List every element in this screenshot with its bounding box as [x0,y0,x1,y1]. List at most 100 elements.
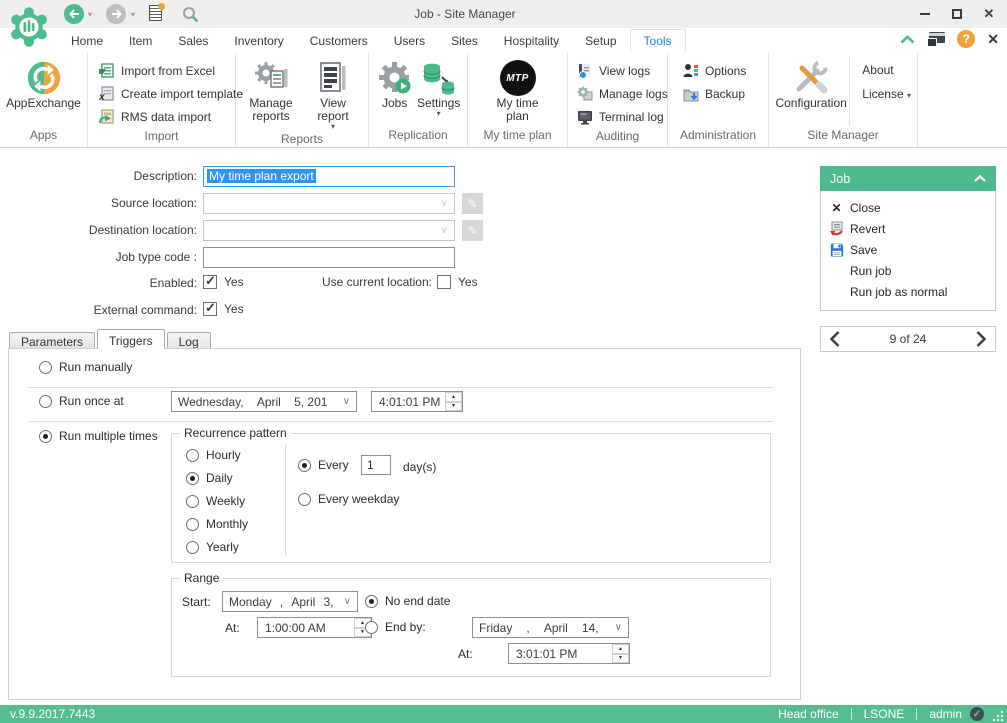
job-type-code-input[interactable] [203,247,455,268]
maximize-button[interactable] [944,3,970,25]
close-window-button[interactable]: ✕ [976,3,1002,25]
every-n-days-input[interactable] [361,455,391,475]
spin-up-icon[interactable]: ▲ [612,644,629,654]
job-run-button[interactable]: Run job [821,260,995,281]
spin-down-icon[interactable]: ▼ [612,654,629,664]
ribbon-group-mytimeplan: MTP My time plan My time plan [468,53,568,147]
jobs-button[interactable]: Jobs [375,57,414,126]
tab-parameters[interactable]: Parameters [9,332,95,349]
collapse-ribbon-icon[interactable] [900,35,915,44]
chevron-down-icon: ∨ [344,596,351,607]
forward-button[interactable] [106,4,126,24]
tab-triggers[interactable]: Triggers [97,329,165,349]
back-button[interactable] [64,4,84,24]
destination-location-edit-button[interactable]: ✎ [462,220,483,241]
status-location[interactable]: Head office [766,707,851,721]
collapse-panel-icon[interactable] [974,175,986,182]
start-time-picker[interactable]: 1:00:00 AM ▲▼ [257,617,372,638]
tab-log[interactable]: Log [167,332,211,349]
manage-reports-button[interactable]: Manage reports [242,57,300,130]
appexchange-button[interactable]: AppExchange [6,57,81,126]
forward-dropdown-caret[interactable]: ▾ [131,10,135,19]
pencil-icon: ✎ [467,224,477,238]
pattern-hourly-radio[interactable] [186,449,199,462]
every-n-days-radio[interactable] [298,459,311,472]
close-form-icon[interactable]: ✕ [987,31,999,48]
description-selected-text: My time plan export [207,169,316,183]
spin-down-icon[interactable]: ▼ [445,402,462,412]
ribbon-tab-hospitality[interactable]: Hospitality [491,30,572,52]
ribbon-tab-setup[interactable]: Setup [572,30,629,52]
run-once-time-picker[interactable]: 4:01:01 PM ▲▼ [371,391,463,412]
pattern-yearly-radio[interactable] [186,541,199,554]
import-from-excel-button[interactable]: Import from Excel [98,61,243,81]
backup-button[interactable]: Backup [682,84,746,104]
next-record-icon[interactable] [976,331,986,347]
recent-items-icon[interactable] [149,5,165,23]
ribbon-tab-inventory[interactable]: Inventory [221,30,296,52]
manage-logs-button[interactable]: Manage logs [576,84,668,104]
terminal-log-button[interactable]: Terminal log [576,107,668,127]
ribbon-tab-sales[interactable]: Sales [165,30,221,52]
windows-panel-icon[interactable] [927,32,945,47]
use-current-location-checkbox[interactable] [437,275,451,289]
end-date-picker[interactable]: Friday , April 14, ∨ [472,617,629,638]
my-time-plan-button[interactable]: MTP My time plan [486,57,550,126]
run-manually-label: Run manually [59,360,132,374]
every-weekday-radio[interactable] [298,493,311,506]
options-button[interactable]: Options [682,61,746,81]
no-end-date-radio[interactable] [365,595,378,608]
previous-record-icon[interactable] [830,331,840,347]
divider [285,444,286,556]
view-report-button[interactable]: View report ▾ [304,57,362,130]
status-user[interactable]: admin [917,707,970,721]
pattern-monthly-radio[interactable] [186,518,199,531]
ribbon-tab-home[interactable]: Home [58,30,116,52]
start-at-label: At: [225,621,240,635]
source-location-edit-button[interactable]: ✎ [462,193,483,214]
source-location-select[interactable]: ∨ [203,193,455,214]
view-logs-button[interactable]: View logs [576,61,668,81]
ribbon-tab-users[interactable]: Users [381,30,438,52]
external-command-checkbox[interactable] [203,302,217,316]
pattern-daily-label: Daily [206,471,233,485]
license-button[interactable]: License ▾ [862,87,911,101]
end-time-picker[interactable]: 3:01:01 PM ▲▼ [508,643,630,664]
every-label: Every [318,458,349,472]
destination-location-label: Destination location: [0,220,197,241]
jobs-icon [378,59,412,97]
minimize-button[interactable] [912,3,938,25]
ribbon-tab-sites[interactable]: Sites [438,30,491,52]
description-input[interactable]: My time plan export [203,166,455,187]
replication-settings-button[interactable]: Settings ▾ [416,57,461,126]
create-import-template-button[interactable]: x Create import template [98,84,243,104]
spin-up-icon[interactable]: ▲ [445,392,462,402]
pattern-weekly-radio[interactable] [186,495,199,508]
job-close-button[interactable]: ✕ Close [821,197,995,218]
run-once-date-picker[interactable]: Wednesday, April 5, 201 ∨ [171,391,357,412]
enabled-checkbox[interactable] [203,275,217,289]
job-panel-header: Job [820,166,996,191]
ribbon-tab-tools[interactable]: Tools [630,29,686,52]
job-run-as-normal-button[interactable]: Run job as normal [821,281,995,302]
run-manually-radio[interactable] [39,361,52,374]
run-multiple-radio[interactable] [39,430,52,443]
about-button[interactable]: About [862,63,911,77]
rms-data-import-button[interactable]: RML RMS data import [98,107,243,127]
resize-grip[interactable] [992,710,1004,722]
run-once-radio[interactable] [39,395,52,408]
ribbon-group-auditing: View logs Manage logs Terminal log Audit… [568,53,668,147]
back-dropdown-caret[interactable]: ▾ [88,10,92,19]
pattern-daily-radio[interactable] [186,472,199,485]
end-by-radio[interactable] [365,621,378,634]
configuration-button[interactable]: Configuration [775,57,847,126]
help-icon[interactable]: ? [957,30,975,48]
job-revert-button[interactable]: Revert [821,218,995,239]
status-system[interactable]: LSONE [852,707,917,721]
search-icon[interactable] [182,6,199,23]
ribbon-tab-item[interactable]: Item [116,30,165,52]
job-save-button[interactable]: Save [821,239,995,260]
destination-location-select[interactable]: ∨ [203,220,455,241]
start-date-picker[interactable]: Monday , April 3, ∨ [222,591,358,612]
ribbon-tab-customers[interactable]: Customers [297,30,381,52]
